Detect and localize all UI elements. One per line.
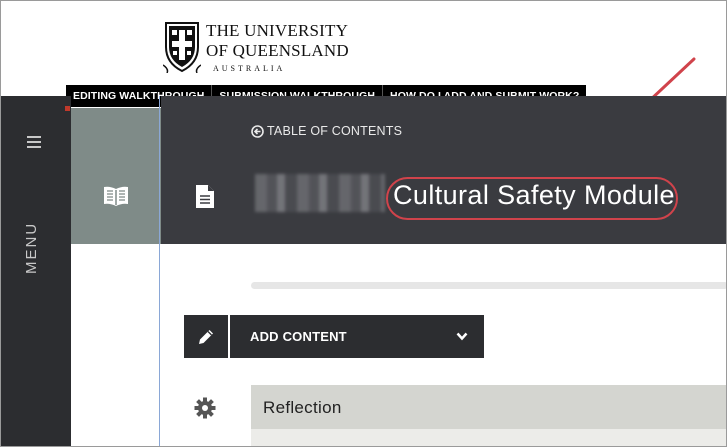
marker-dot	[65, 106, 70, 111]
gear-icon[interactable]	[194, 397, 216, 419]
add-content-dropdown[interactable]: ADD CONTENT	[230, 315, 484, 358]
crest-icon	[163, 22, 201, 73]
hamburger-icon[interactable]	[27, 136, 41, 151]
logo-text-line2: OF QUEENSLAND	[206, 41, 349, 60]
arrow-left-circle-icon	[251, 124, 264, 138]
app-frame: THE UNIVERSITY OF QUEENSLAND AUSTRALIA E…	[0, 0, 727, 447]
annotation-circle	[386, 177, 678, 220]
pencil-icon	[199, 330, 213, 344]
progress-bar	[251, 282, 726, 289]
divider-line	[159, 96, 160, 446]
edit-button[interactable]	[184, 315, 228, 358]
side-menu[interactable]: MENU	[1, 96, 71, 446]
book-tile[interactable]	[71, 108, 161, 244]
section-body	[251, 429, 726, 446]
module-header: TABLE OF CONTENTS Cultural Safety Module	[161, 96, 726, 244]
table-of-contents-link[interactable]: TABLE OF CONTENTS	[251, 124, 402, 138]
chevron-down-icon	[456, 332, 468, 341]
document-icon	[196, 185, 214, 208]
logo-text-line3: AUSTRALIA	[213, 64, 286, 73]
logo-text-line1: THE UNIVERSITY	[206, 21, 349, 40]
book-icon	[104, 186, 128, 206]
section-label: Reflection	[263, 398, 342, 417]
university-logo[interactable]: THE UNIVERSITY OF QUEENSLAND AUSTRALIA	[163, 21, 349, 76]
menu-label: MENU	[23, 221, 40, 274]
redacted-course-code	[255, 174, 385, 212]
add-content-label: ADD CONTENT	[250, 329, 347, 344]
section-reflection[interactable]: Reflection	[251, 385, 726, 429]
toc-label: TABLE OF CONTENTS	[267, 124, 403, 138]
